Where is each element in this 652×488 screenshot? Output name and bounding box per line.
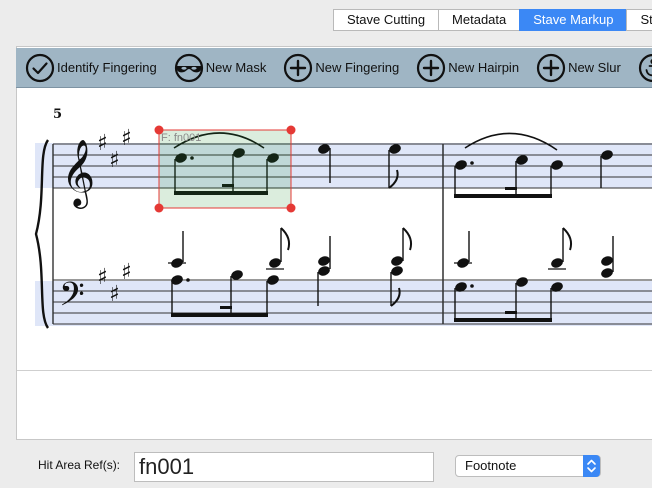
hit-area-tag: F: fn001 xyxy=(161,132,201,144)
new-fingering-label: New Fingering xyxy=(315,60,400,75)
measure-number: 5 xyxy=(53,107,62,122)
score-canvas[interactable]: 5 𝄞 𝄢 ♯ ♯ ♯ ♯ ♯ ♯ F: fn001 xyxy=(17,88,652,370)
new-mask-label: New Mask xyxy=(205,60,267,75)
identify-fingering-label: Identify Fingering xyxy=(57,60,157,75)
anchor-icon xyxy=(638,53,652,82)
check-circle-icon xyxy=(25,53,55,82)
plus-circle-icon xyxy=(284,53,313,82)
new-slur-button[interactable]: New Slur xyxy=(536,53,621,83)
svg-text:♯: ♯ xyxy=(97,265,108,290)
tab-stave-cutting[interactable]: Stave Cutting xyxy=(333,9,439,31)
svg-text:♯: ♯ xyxy=(121,260,132,285)
markup-toolbar: Identify Fingering New Mask New Fingerin… xyxy=(16,48,652,88)
tab-metadata[interactable]: Metadata xyxy=(438,9,520,31)
tab-stave-markup[interactable]: Stave Markup xyxy=(519,9,627,31)
new-fingering-button[interactable]: New Fingering xyxy=(283,53,399,83)
hit-area-selection[interactable]: F: fn001 xyxy=(154,125,296,213)
resize-handle-bottom-left[interactable] xyxy=(154,203,164,213)
svg-text:♯: ♯ xyxy=(97,131,108,156)
plus-circle-icon xyxy=(417,53,446,82)
hit-area-ref-label: Hit Area Ref(s): xyxy=(38,458,121,472)
bass-clef: 𝄢 xyxy=(59,276,85,322)
music-score: 5 𝄞 𝄢 ♯♯♯ ♯♯♯ F: fn001 xyxy=(34,107,652,329)
new-slur-label: New Slur xyxy=(568,60,621,75)
treble-clef: 𝄞 xyxy=(61,138,95,209)
hit-area-ref-input[interactable] xyxy=(134,452,434,482)
panel-divider xyxy=(17,370,652,371)
svg-text:♯: ♯ xyxy=(121,126,132,151)
select-arrows-icon xyxy=(583,455,600,477)
mask-icon xyxy=(174,53,203,82)
hit-area-type-value: Footnote xyxy=(465,458,517,473)
new-hairpin-label: New Hairpin xyxy=(448,60,520,75)
plus-circle-icon xyxy=(536,53,566,82)
identify-fingering-button[interactable]: Identify Fingering xyxy=(25,53,157,83)
anchor-button[interactable] xyxy=(638,53,652,83)
resize-handle-bottom-right[interactable] xyxy=(286,203,296,213)
resize-handle-top-right[interactable] xyxy=(286,125,296,135)
svg-text:♯: ♯ xyxy=(109,148,120,173)
new-hairpin-button[interactable]: New Hairpin xyxy=(416,53,519,83)
new-mask-button[interactable]: New Mask xyxy=(174,53,267,83)
svg-text:♯: ♯ xyxy=(109,282,120,307)
hit-area-type-select[interactable]: Footnote xyxy=(455,455,601,477)
tab-overflow[interactable]: Sta xyxy=(626,9,652,31)
resize-handle-top-left[interactable] xyxy=(154,125,164,135)
tab-bar: Stave Cutting Metadata Stave Markup Sta xyxy=(333,9,652,31)
